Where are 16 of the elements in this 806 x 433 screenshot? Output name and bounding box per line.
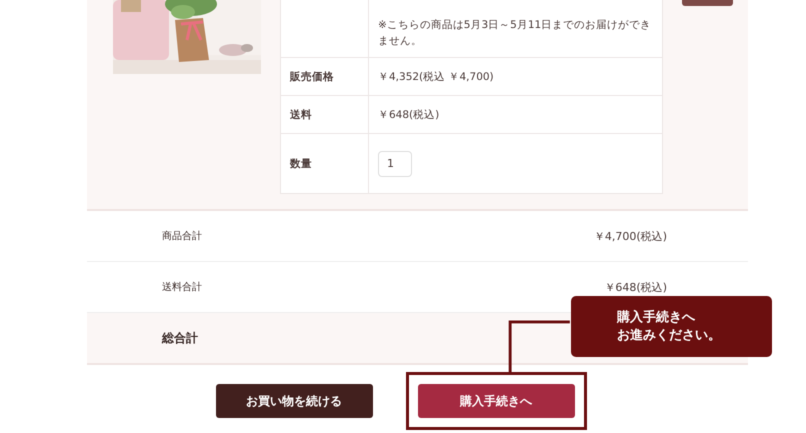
- label-cell: 販売価格: [281, 58, 369, 96]
- summary-value: ￥4,700(税込): [594, 228, 667, 244]
- value-text: ※こちらの商品は5月3日～5月11日までのお届けができません。: [378, 18, 652, 49]
- checkout-button[interactable]: 購入手続きへ: [418, 384, 574, 418]
- label-cell: 送料: [281, 96, 369, 134]
- summary-label: 商品合計: [162, 230, 202, 243]
- value-text: ￥648(税込): [378, 108, 440, 122]
- quantity-field[interactable]: 1: [378, 150, 412, 176]
- continue-shopping-button[interactable]: お買い物を続ける: [216, 384, 372, 418]
- callout-text: お進みください。: [617, 326, 722, 344]
- summary-label: 送料合計: [162, 280, 202, 294]
- summary-value: ￥648(税込): [604, 280, 667, 294]
- callout-text: 購入手続きへ: [617, 308, 696, 326]
- label-cell: 数量: [281, 134, 369, 193]
- summary-label: 総合計: [162, 330, 198, 346]
- value-text: ￥4,352(税込 ￥4,700): [378, 70, 494, 84]
